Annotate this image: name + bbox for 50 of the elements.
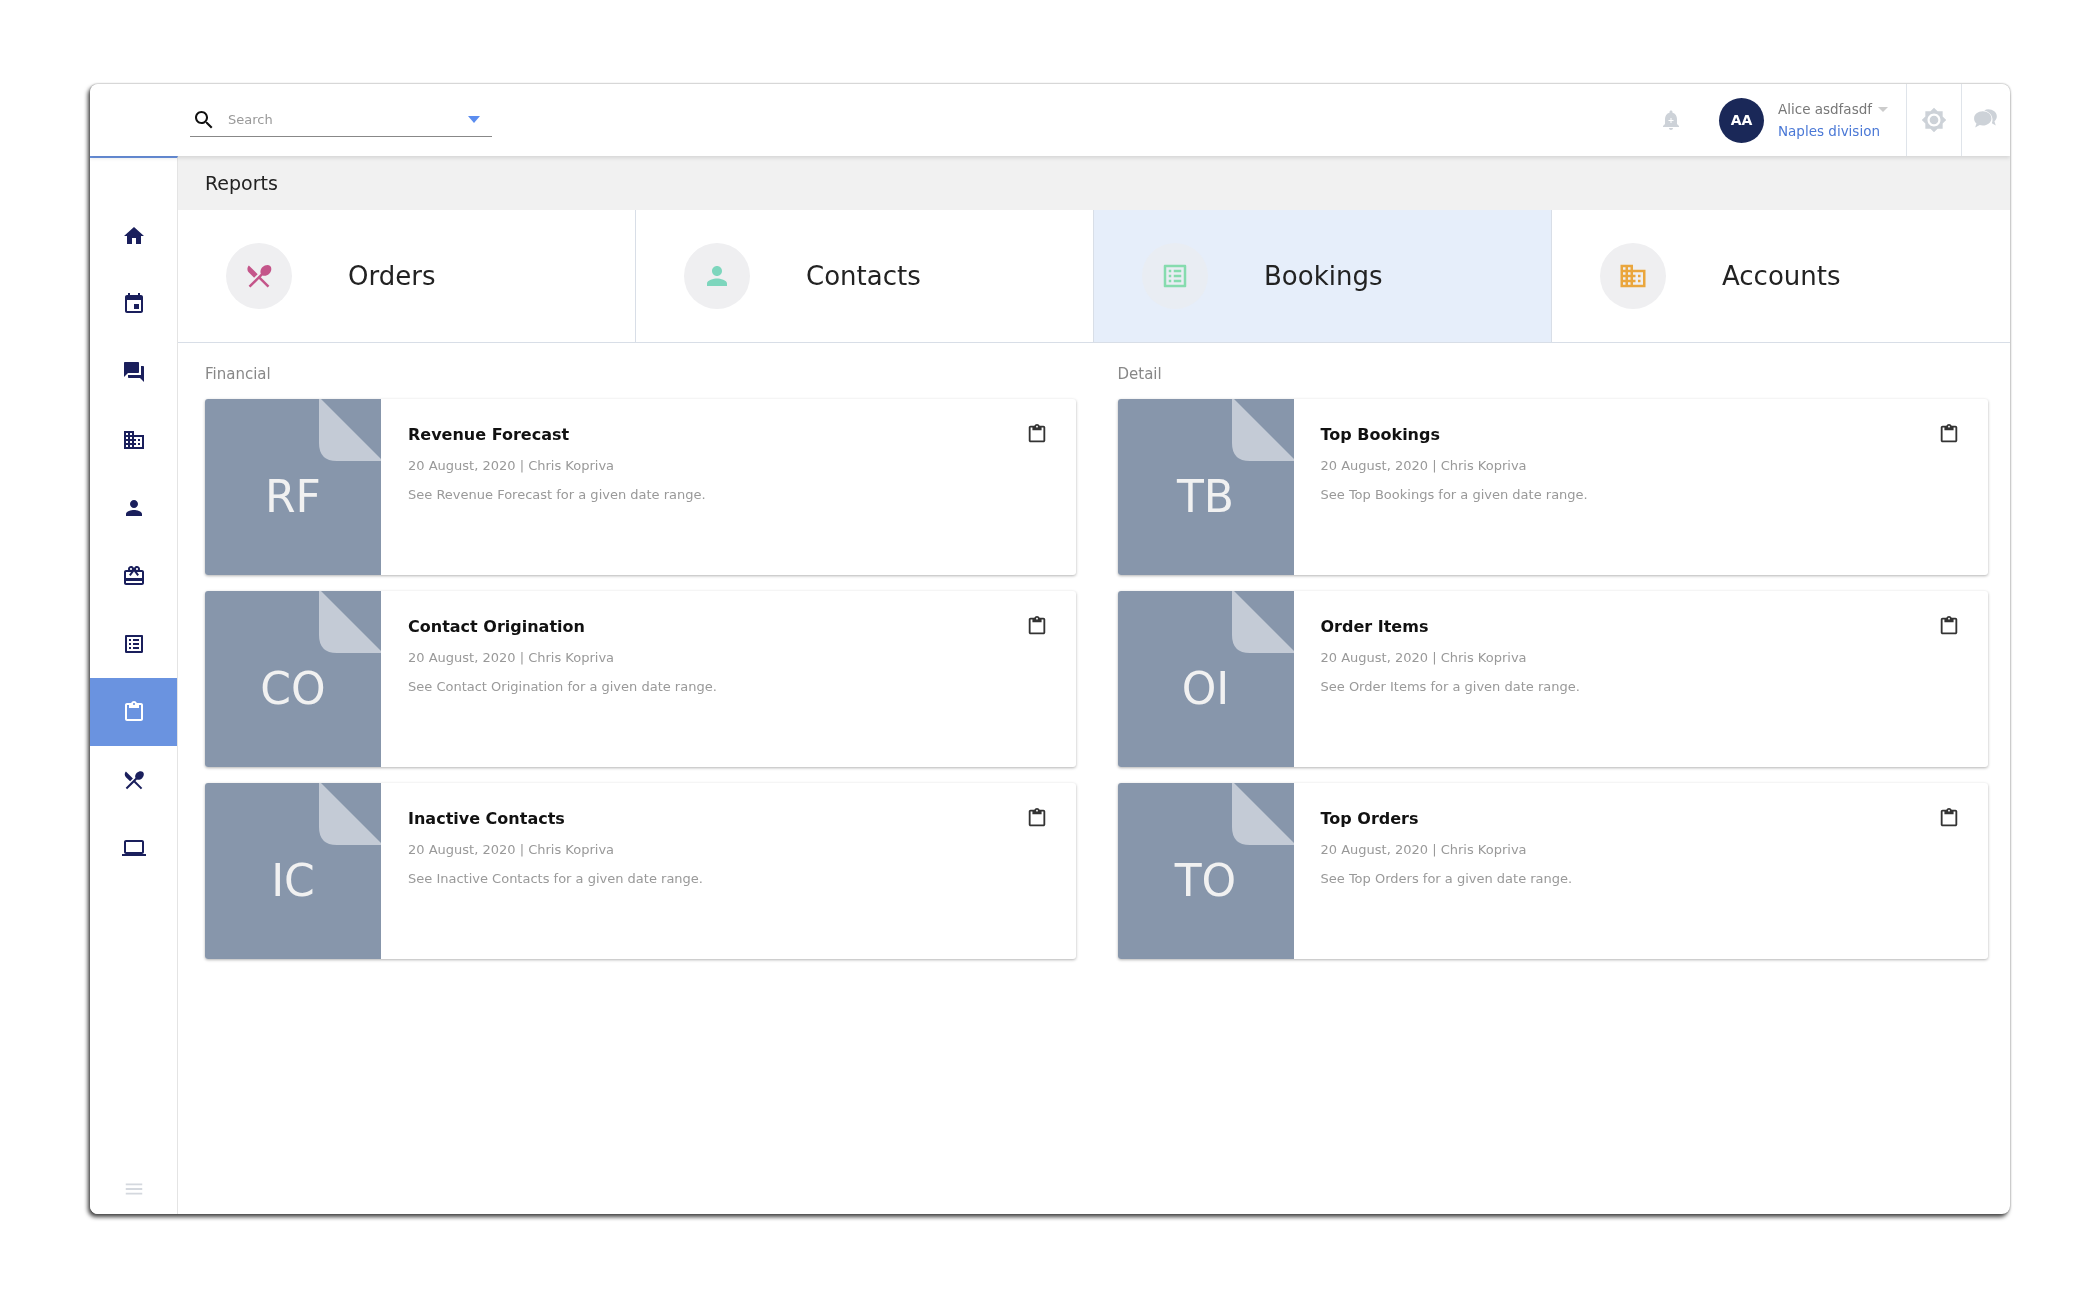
division-link[interactable]: Naples division xyxy=(1778,123,1888,139)
clipboard-icon[interactable] xyxy=(1938,807,1960,829)
user-avatar[interactable]: AA xyxy=(1719,97,1764,143)
page-title: Reports xyxy=(178,156,2010,210)
report-meta: 20 August, 2020 | Chris Kopriva xyxy=(408,458,616,473)
report-description: See Contact Origination for a given date range. xyxy=(408,679,718,694)
clipboard-icon[interactable] xyxy=(1938,615,1960,637)
report-meta: 20 August, 2020 | Chris Kopriva xyxy=(408,650,616,665)
report-meta: 20 August, 2020 | Chris Kopriva xyxy=(1320,650,1528,665)
report-description: See Revenue Forecast for a given date range. xyxy=(408,487,707,502)
search-field[interactable]: Search xyxy=(226,111,458,128)
report-card[interactable]: OI Order Items 20 August, 2020 | Chris Kopriva See Order Items for a given date range. xyxy=(1117,591,1988,767)
report-initials: OI xyxy=(1181,662,1230,714)
report-card[interactable]: IC Inactive Contacts 20 August, 2020 | Chris Kopriva See Inactive Contacts for a given date range. xyxy=(205,783,1076,959)
report-card[interactable]: RF Revenue Forecast 20 August, 2020 | Chris Kopriva See Revenue Forecast for a given date range. xyxy=(205,399,1076,575)
report-initials: TB xyxy=(1176,470,1235,522)
report-initials: CO xyxy=(260,662,326,714)
report-initials: TO xyxy=(1174,854,1237,906)
page-fold-icon xyxy=(1231,783,1294,845)
report-card[interactable]: CO Contact Origination 20 August, 2020 | Chris Kopriva See Contact Origination for a given date range. xyxy=(205,591,1076,767)
building-icon xyxy=(121,428,146,452)
report-meta: 20 August, 2020 | Chris Kopriva xyxy=(1320,458,1528,473)
page-fold-icon xyxy=(319,591,381,653)
report-tab[interactable]: Bookings xyxy=(1094,210,1552,342)
report-description: See Inactive Contacts for a given date range. xyxy=(408,871,704,886)
report-description: See Top Bookings for a given date range. xyxy=(1320,487,1589,502)
page-fold-icon xyxy=(319,399,381,461)
gift-icon xyxy=(121,564,146,588)
section-title: Financial xyxy=(205,365,272,383)
report-initials: RF xyxy=(265,470,321,522)
report-card[interactable]: TB Top Bookings 20 August, 2020 | Chris Kopriva See Top Bookings for a given date range. xyxy=(1117,399,1988,575)
report-title[interactable]: Top Bookings xyxy=(1320,425,1938,444)
report-title[interactable]: Inactive Contacts xyxy=(408,809,1026,828)
page-fold-icon xyxy=(1231,399,1294,461)
report-initials: IC xyxy=(271,854,315,906)
section-title: Detail xyxy=(1117,365,1163,383)
report-meta: 20 August, 2020 | Chris Kopriva xyxy=(1320,842,1528,857)
report-card[interactable]: TO Top Orders 20 August, 2020 | Chris Kopriva See Top Orders for a given date range. xyxy=(1117,783,1988,959)
user-name[interactable]: Alice asdfasdf xyxy=(1778,101,1872,117)
report-meta: 20 August, 2020 | Chris Kopriva xyxy=(408,842,616,857)
report-title[interactable]: Revenue Forecast xyxy=(408,425,1026,444)
report-description: See Order Items for a given date range. xyxy=(1320,679,1581,694)
page-fold-icon xyxy=(319,783,381,845)
report-description: See Top Orders for a given date range. xyxy=(1320,871,1574,886)
chat-icon xyxy=(121,360,146,384)
report-title[interactable]: Order Items xyxy=(1320,617,1938,636)
report-title[interactable]: Top Orders xyxy=(1320,809,1938,828)
clipboard-icon[interactable] xyxy=(1938,423,1960,445)
page-fold-icon xyxy=(1231,591,1294,653)
report-title[interactable]: Contact Origination xyxy=(408,617,1026,636)
